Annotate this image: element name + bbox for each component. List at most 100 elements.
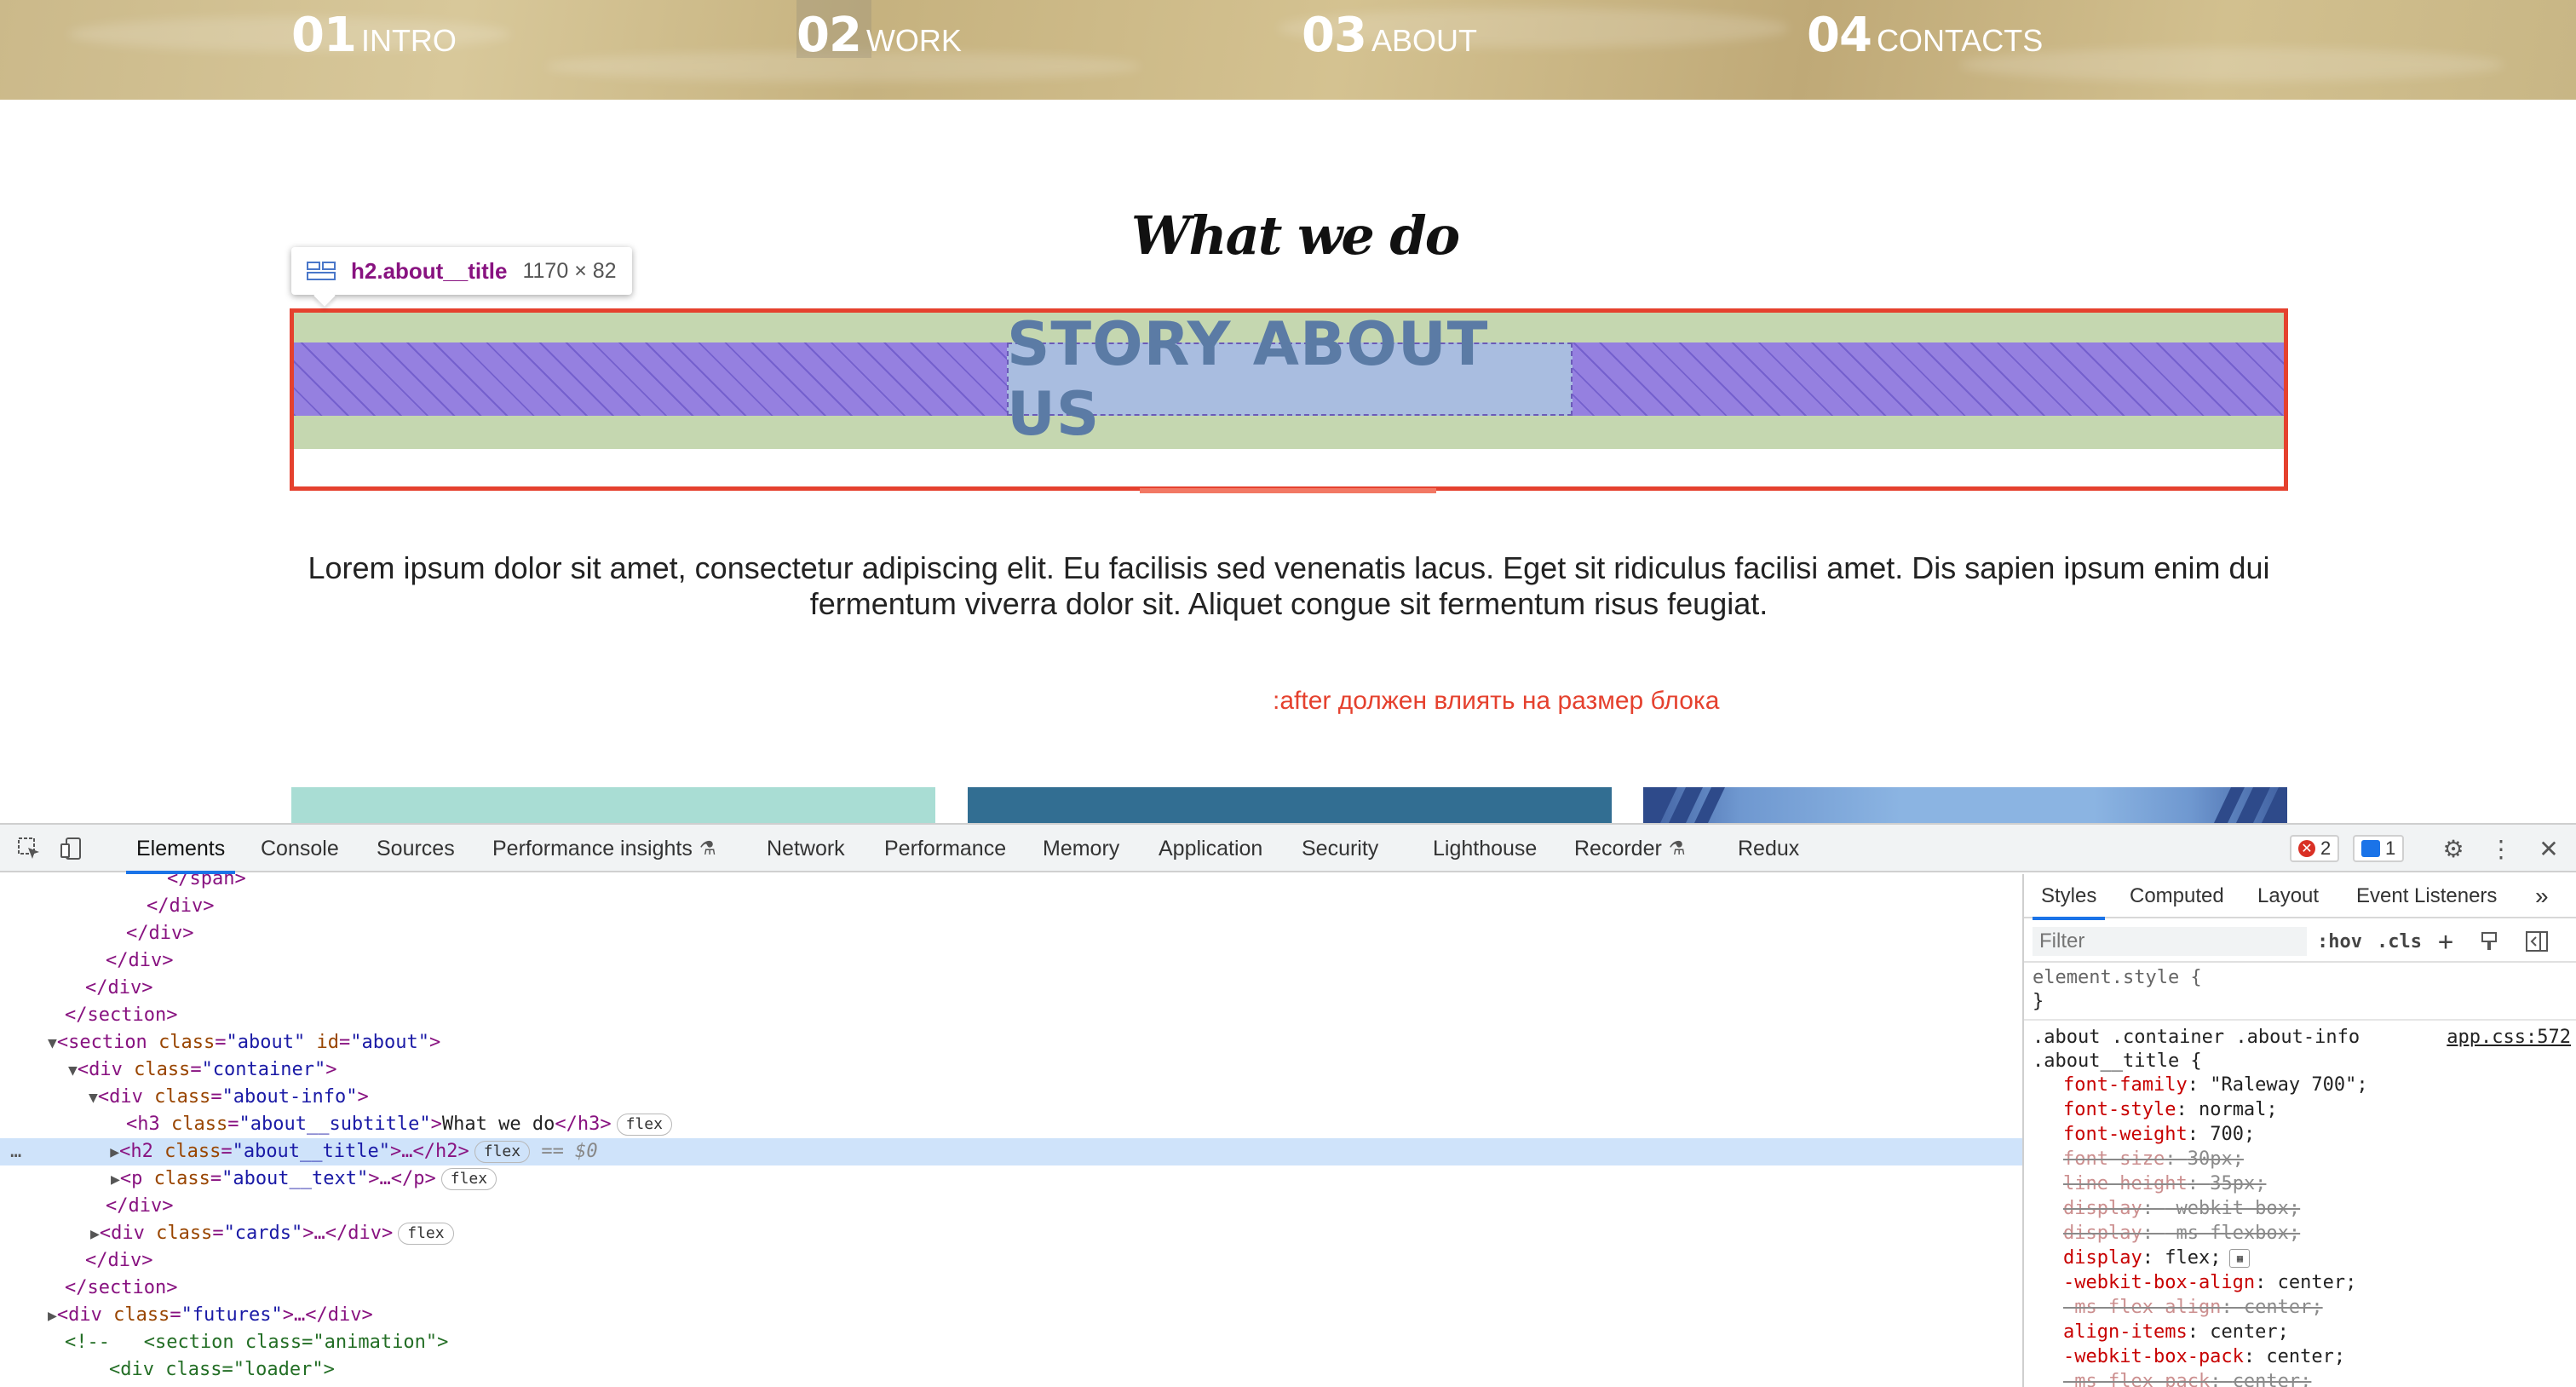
- tab-lighthouse[interactable]: Lighthouse: [1433, 825, 1537, 872]
- tab-memory[interactable]: Memory: [1043, 825, 1119, 872]
- dom-node[interactable]: </span>: [0, 874, 2022, 893]
- tab-performance-insights[interactable]: Performance insights ⚗: [492, 825, 716, 872]
- close-icon[interactable]: ✕: [2533, 833, 2564, 864]
- tab-sources[interactable]: Sources: [377, 825, 455, 872]
- dom-node-p[interactable]: ▶<p class="about__text">…</p> flex: [0, 1165, 2022, 1193]
- dom-node[interactable]: </div>: [0, 975, 2022, 1002]
- flexbox-editor-icon[interactable]: ▦: [2229, 1249, 2251, 1268]
- css-property-name[interactable]: display: [2063, 1223, 2142, 1244]
- css-property-name[interactable]: line-height: [2063, 1173, 2188, 1194]
- css-declaration[interactable]: align-items: center;: [2024, 1321, 2576, 1344]
- css-property-value[interactable]: -webkit-box;: [2165, 1198, 2300, 1219]
- css-property-value[interactable]: 30px;: [2188, 1148, 2244, 1170]
- css-property-name[interactable]: display: [2063, 1198, 2142, 1219]
- dom-node[interactable]: </div>: [0, 947, 2022, 975]
- tab-redux[interactable]: Redux: [1738, 825, 1799, 872]
- message-count-badge[interactable]: 1: [2353, 835, 2405, 862]
- css-property-name[interactable]: -ms-flex-align: [2063, 1297, 2221, 1318]
- tab-performance[interactable]: Performance: [884, 825, 1006, 872]
- css-declaration[interactable]: -webkit-box-pack: center;: [2024, 1345, 2576, 1369]
- rule-source-link[interactable]: app.css:572: [2447, 1026, 2571, 1050]
- css-declaration[interactable]: font-weight: 700;: [2024, 1123, 2576, 1147]
- css-property-name[interactable]: -webkit-box-align: [2063, 1272, 2255, 1293]
- dom-node-section-about[interactable]: ▼<section class="about" id="about">: [0, 1029, 2022, 1056]
- expand-triangle-icon[interactable]: ▶: [0, 1171, 120, 1188]
- css-declaration[interactable]: -ms-flex-align: center;: [2024, 1296, 2576, 1320]
- expand-triangle-icon[interactable]: ▶: [0, 1225, 100, 1243]
- css-property-name[interactable]: font-weight: [2063, 1124, 2188, 1145]
- dom-comment[interactable]: <!-- <section class="animation">: [0, 1329, 2022, 1356]
- dom-node-futures[interactable]: ▶<div class="futures">…</div>: [0, 1302, 2022, 1329]
- dom-node[interactable]: </div>: [0, 1247, 2022, 1275]
- expand-triangle-icon[interactable]: ▶: [0, 1307, 57, 1325]
- css-property-name[interactable]: font-size: [2063, 1148, 2165, 1170]
- tab-security[interactable]: Security: [1302, 825, 1378, 872]
- css-declaration[interactable]: font-family: "Raleway 700";: [2024, 1073, 2576, 1097]
- css-property-name[interactable]: -webkit-box-pack: [2063, 1346, 2244, 1367]
- css-property-value[interactable]: 35px;: [2210, 1173, 2266, 1194]
- tab-elements[interactable]: Elements: [125, 825, 236, 874]
- class-toggle[interactable]: .cls: [2377, 927, 2422, 956]
- inspect-element-icon[interactable]: [14, 833, 44, 864]
- dom-node-cards[interactable]: ▶<div class="cards">…</div> flex: [0, 1220, 2022, 1247]
- dom-node[interactable]: </section>: [0, 1002, 2022, 1029]
- dom-node[interactable]: </div>: [0, 920, 2022, 947]
- dom-node-about-info[interactable]: ▼<div class="about-info">: [0, 1084, 2022, 1111]
- tab-network[interactable]: Network: [767, 825, 845, 872]
- css-declaration[interactable]: font-style: normal;: [2024, 1098, 2576, 1122]
- settings-gear-icon[interactable]: ⚙: [2438, 833, 2469, 864]
- styles-filter-input[interactable]: [2033, 927, 2307, 956]
- css-declaration[interactable]: font-size: 30px;: [2024, 1148, 2576, 1171]
- css-declaration[interactable]: display: -webkit-box;: [2024, 1197, 2576, 1221]
- css-property-value[interactable]: flex;: [2165, 1247, 2221, 1269]
- flex-badge[interactable]: flex: [398, 1223, 454, 1245]
- toggle-sidebar-icon[interactable]: [2525, 927, 2549, 956]
- tab-styles[interactable]: Styles: [2032, 874, 2106, 920]
- css-property-value[interactable]: center;: [2233, 1371, 2312, 1387]
- dom-node-h3[interactable]: <h3 class="about__subtitle">What we do</…: [0, 1111, 2022, 1138]
- card[interactable]: [1643, 787, 2287, 823]
- flex-badge[interactable]: flex: [440, 1168, 497, 1190]
- css-property-name[interactable]: font-family: [2063, 1074, 2188, 1096]
- css-property-value[interactable]: -ms-flexbox;: [2165, 1223, 2300, 1244]
- paint-bucket-icon[interactable]: [2479, 927, 2501, 956]
- flex-badge[interactable]: flex: [474, 1141, 531, 1163]
- dom-comment[interactable]: <div class="loader">: [0, 1356, 2022, 1384]
- card[interactable]: [291, 787, 935, 823]
- css-property-value[interactable]: center;: [2266, 1346, 2345, 1367]
- css-property-value[interactable]: "Raleway 700";: [2210, 1074, 2367, 1096]
- dom-node-h2-selected[interactable]: … ▶<h2 class="about__title">…</h2> flex ==…: [0, 1138, 2022, 1165]
- card[interactable]: [968, 787, 1612, 823]
- tab-layout[interactable]: Layout: [2257, 874, 2319, 918]
- hover-state-toggle[interactable]: :hov: [2317, 927, 2362, 956]
- css-property-name[interactable]: -ms-flex-pack: [2063, 1371, 2210, 1387]
- tab-recorder[interactable]: Recorder ⚗: [1574, 825, 1686, 872]
- css-declaration[interactable]: display: flex; ▦: [2024, 1246, 2576, 1270]
- tab-event-listeners[interactable]: Event Listeners: [2356, 874, 2497, 918]
- dom-node[interactable]: </section>: [0, 1275, 2022, 1302]
- dom-node[interactable]: </div>: [0, 893, 2022, 920]
- collapse-triangle-icon[interactable]: ▼: [0, 1034, 57, 1052]
- css-property-value[interactable]: center;: [2244, 1297, 2323, 1318]
- nav-item-about[interactable]: 03 ABOUT: [1302, 0, 1477, 60]
- css-property-value[interactable]: center;: [2278, 1272, 2357, 1293]
- collapse-triangle-icon[interactable]: ▼: [0, 1062, 78, 1079]
- nav-item-work[interactable]: 02 WORK: [796, 0, 962, 60]
- css-declaration[interactable]: -webkit-box-align: center;: [2024, 1271, 2576, 1295]
- tab-console[interactable]: Console: [261, 825, 339, 872]
- css-declaration[interactable]: line-height: 35px;: [2024, 1172, 2576, 1196]
- nav-item-contacts[interactable]: 04 CONTACTS: [1807, 0, 2043, 60]
- error-count-badge[interactable]: ✕ 2: [2290, 835, 2340, 862]
- dom-node[interactable]: </div>: [0, 1193, 2022, 1220]
- tab-computed[interactable]: Computed: [2130, 874, 2224, 918]
- device-toolbar-icon[interactable]: [56, 833, 87, 864]
- row-actions-dots[interactable]: …: [0, 1141, 21, 1162]
- css-property-name[interactable]: align-items: [2063, 1321, 2188, 1343]
- css-declaration[interactable]: -ms-flex-pack: center;: [2024, 1370, 2576, 1387]
- more-options-icon[interactable]: ⋮: [2486, 833, 2516, 864]
- tab-application[interactable]: Application: [1159, 825, 1262, 872]
- expand-triangle-icon[interactable]: ▶: [21, 1143, 119, 1161]
- css-property-value[interactable]: center;: [2210, 1321, 2289, 1343]
- flex-badge[interactable]: flex: [616, 1114, 672, 1136]
- css-declaration[interactable]: display: -ms-flexbox;: [2024, 1222, 2576, 1246]
